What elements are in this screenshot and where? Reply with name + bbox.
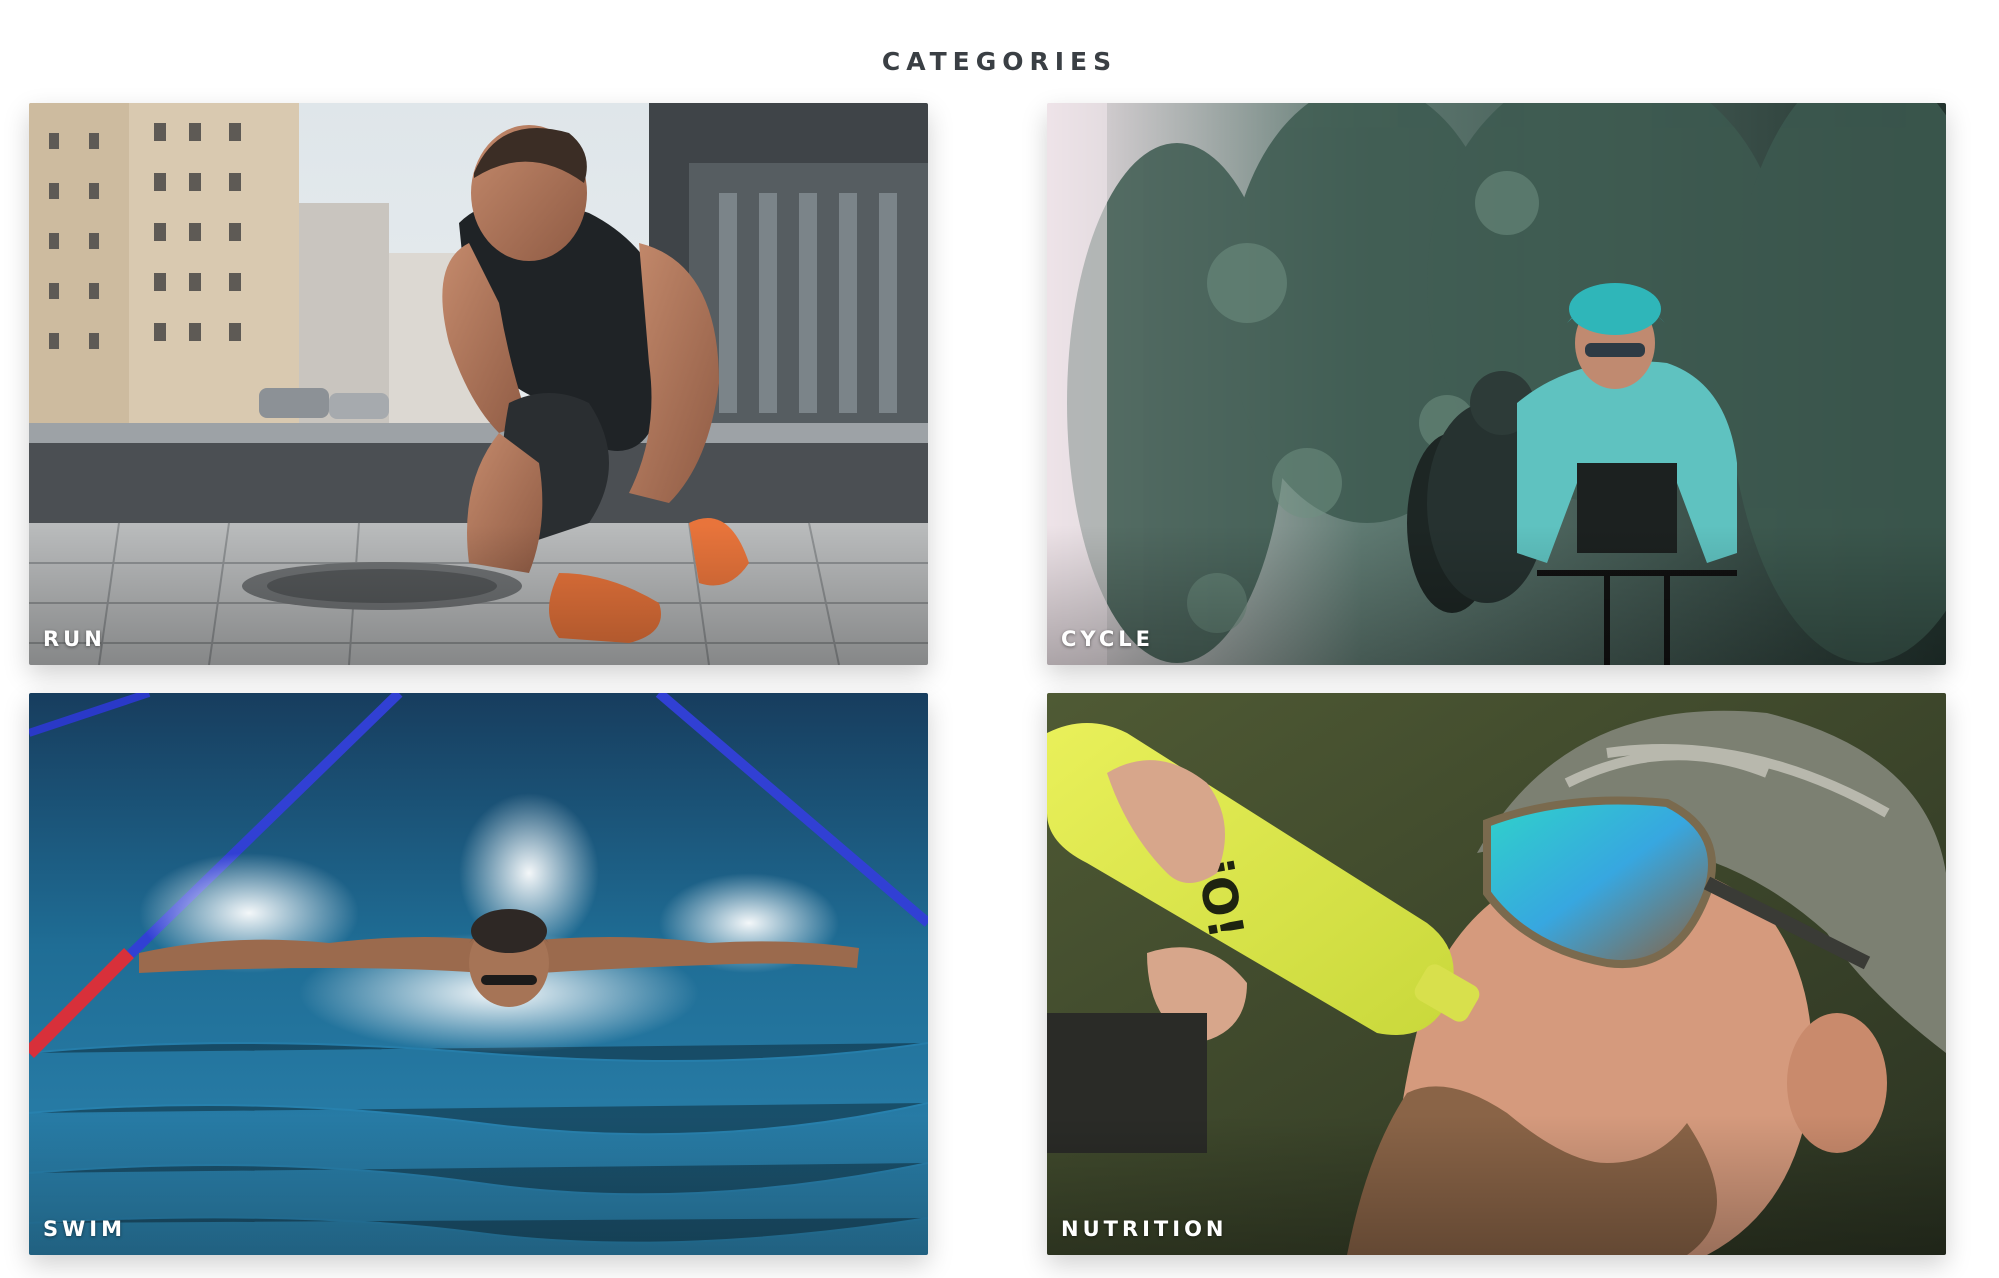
card-shade: [29, 1115, 928, 1255]
card-shade: [1047, 525, 1946, 665]
category-label-cycle: CYCLE: [1061, 627, 1155, 651]
category-card-run[interactable]: RUN: [29, 103, 928, 665]
page-title: CATEGORIES: [881, 46, 1118, 76]
card-shade: [29, 525, 928, 665]
category-label-run: RUN: [43, 627, 106, 651]
category-card-cycle[interactable]: CYCLE: [1047, 103, 1946, 665]
category-label-nutrition: NUTRITION: [1061, 1217, 1228, 1241]
category-label-swim: SWIM: [43, 1217, 126, 1241]
category-card-swim[interactable]: SWIM: [29, 693, 928, 1255]
category-card-nutrition[interactable]: iO! NUTRITION: [1047, 693, 1946, 1255]
